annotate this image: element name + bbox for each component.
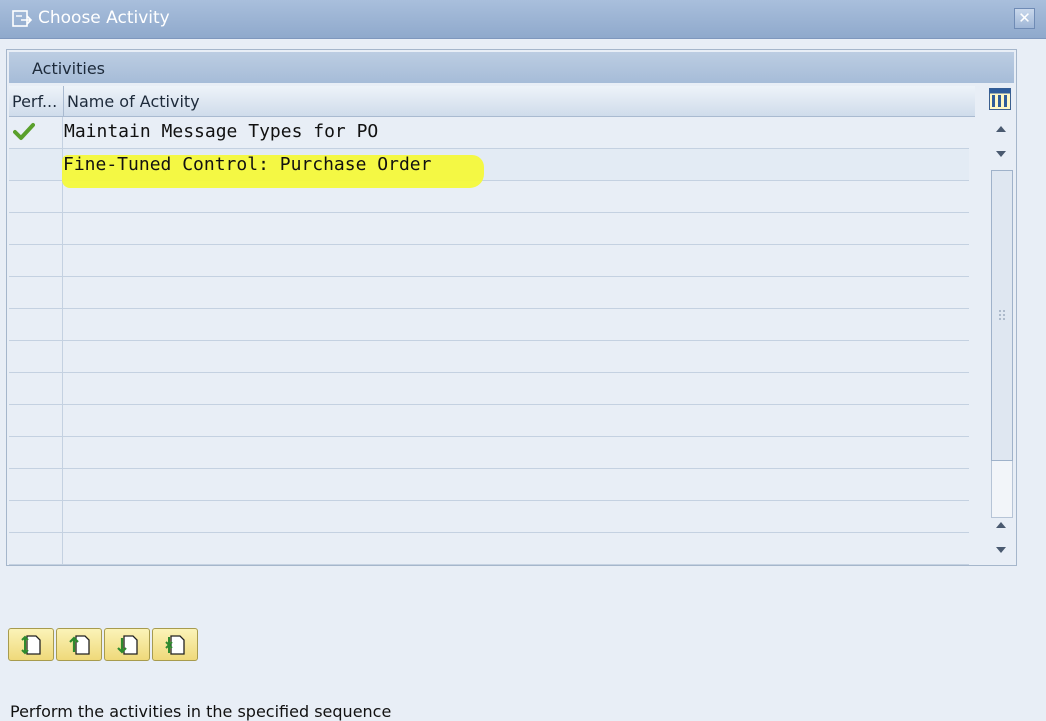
- column-divider[interactable]: [63, 86, 64, 116]
- row-selector: [9, 533, 63, 564]
- deselect-all-icon: [165, 635, 185, 655]
- table-row-empty: [9, 469, 969, 501]
- scroll-page-down-button[interactable]: [987, 538, 1015, 562]
- scroll-page-up-button[interactable]: [987, 513, 1015, 537]
- close-icon: ✕: [1018, 9, 1031, 27]
- move-up-button[interactable]: [56, 628, 102, 661]
- vertical-scrollbar[interactable]: [987, 115, 1015, 565]
- arrow-up-icon: [996, 522, 1006, 528]
- scroll-down-button[interactable]: [987, 142, 1015, 166]
- column-header-performed[interactable]: Perf...: [12, 92, 57, 111]
- table-row-empty: [9, 405, 969, 437]
- table-row-empty: [9, 437, 969, 469]
- activities-panel: Activities Perf... Name of Activity Main…: [6, 49, 1017, 566]
- row-selector: [9, 181, 63, 212]
- window-title: Choose Activity: [38, 8, 170, 28]
- column-header-name[interactable]: Name of Activity: [67, 92, 200, 111]
- arrow-down-icon: [996, 151, 1006, 157]
- row-selector: [9, 437, 63, 468]
- panel-header: Activities: [9, 52, 1014, 83]
- grip-icon: [999, 310, 1005, 320]
- checkmark-icon: [13, 123, 35, 140]
- row-selector: [9, 501, 63, 532]
- window-titlebar: Choose Activity ✕: [0, 0, 1046, 39]
- row-selector: [9, 341, 63, 372]
- scroll-up-button[interactable]: [987, 117, 1015, 141]
- move-down-icon: [117, 635, 138, 655]
- table-row-empty: [9, 373, 969, 405]
- select-all-icon: [21, 635, 41, 655]
- move-down-button[interactable]: [104, 628, 150, 661]
- status-text: Perform the activities in the specified …: [10, 702, 392, 721]
- table-row-empty: [9, 309, 969, 341]
- move-up-icon: [69, 635, 90, 655]
- row-selector: [9, 309, 63, 340]
- row-selector: [9, 405, 63, 436]
- activity-name[interactable]: Fine-Tuned Control: Purchase Order: [63, 149, 963, 180]
- panel-title: Activities: [32, 59, 105, 78]
- table-row-empty: [9, 277, 969, 309]
- activity-name[interactable]: Maintain Message Types for PO: [63, 117, 970, 148]
- row-selector: [9, 469, 63, 500]
- row-selector[interactable]: [9, 149, 63, 180]
- row-selector: [9, 213, 63, 244]
- table-settings-button[interactable]: [989, 88, 1011, 110]
- row-selector: [9, 277, 63, 308]
- arrow-up-icon: [996, 126, 1006, 132]
- scroll-thumb[interactable]: [991, 170, 1013, 461]
- table-row-empty: [9, 533, 969, 565]
- row-selector: [9, 245, 63, 276]
- choose-activity-icon: [12, 9, 34, 29]
- table-row[interactable]: Maintain Message Types for PO: [9, 117, 969, 149]
- deselect-all-button[interactable]: [152, 628, 198, 661]
- arrow-down-icon: [996, 547, 1006, 553]
- table-row-empty: [9, 341, 969, 373]
- table-row-empty: [9, 245, 969, 277]
- select-all-button[interactable]: [8, 628, 54, 661]
- row-selector: [9, 373, 63, 404]
- row-selector[interactable]: [9, 117, 63, 148]
- column-header-row: Perf... Name of Activity: [9, 86, 975, 117]
- table-row-empty: [9, 501, 969, 533]
- table-row-empty: [9, 213, 969, 245]
- table-settings-icon: [989, 88, 1011, 110]
- close-button[interactable]: ✕: [1014, 8, 1035, 29]
